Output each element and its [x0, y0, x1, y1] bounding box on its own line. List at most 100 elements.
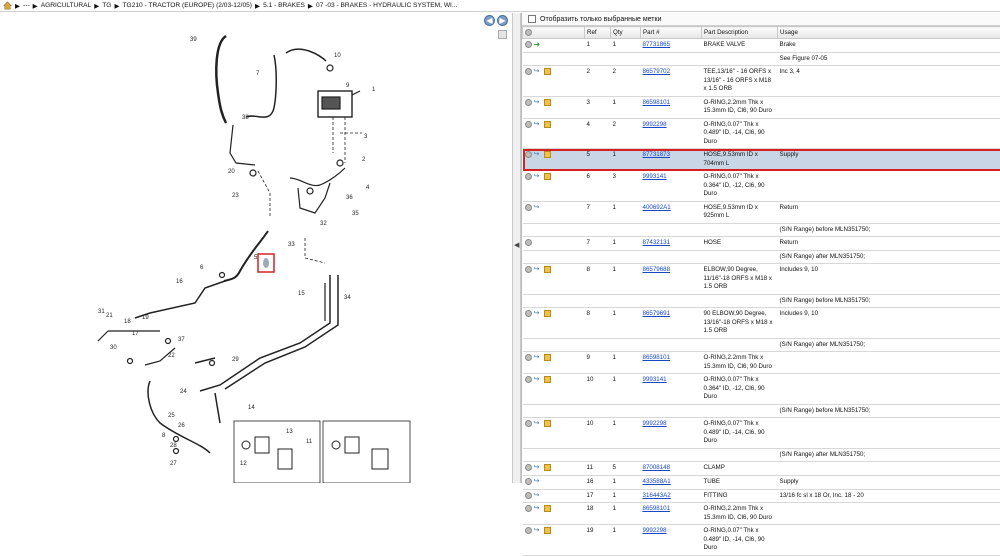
- table-row[interactable]: ↪1019993141O-RING,0.07" Thk x 0.364" ID,…: [523, 374, 1000, 405]
- next-page-button[interactable]: ▶: [497, 15, 508, 26]
- callout-39[interactable]: 39: [190, 37, 197, 43]
- callout-31[interactable]: 31: [98, 309, 105, 315]
- package-icon[interactable]: [544, 376, 551, 383]
- table-row[interactable]: ↪8186579688ELBOW,90 Degree, 11/16"-18 OR…: [523, 264, 1000, 295]
- callout-9[interactable]: 9: [346, 83, 350, 89]
- part-number-link[interactable]: 86598101: [643, 99, 671, 106]
- callout-4[interactable]: 4: [366, 185, 370, 191]
- link-arrow-icon[interactable]: ↪: [534, 492, 542, 499]
- part-number-link[interactable]: 400692A1: [643, 204, 671, 211]
- package-icon[interactable]: [544, 420, 551, 427]
- callout-8[interactable]: 8: [162, 433, 166, 439]
- table-row[interactable]: (S/N Range) after MLN351750;: [523, 338, 1000, 352]
- breadcrumb-item[interactable]: TG: [102, 2, 111, 9]
- table-row[interactable]: ↪161433588A1TUBESupply: [523, 475, 1000, 489]
- breadcrumb-item[interactable]: TG210 - TRACTOR (EUROPE) (2/03-12/05): [123, 2, 252, 9]
- table-row[interactable]: ↪3186598101O-RING,2.2mm Thk x 15.3mm ID,…: [523, 96, 1000, 118]
- callout-25[interactable]: 25: [168, 413, 175, 419]
- usage-column-header[interactable]: Usage: [778, 27, 1000, 39]
- part-number-link[interactable]: 87432131: [643, 239, 671, 246]
- part-number-link[interactable]: 433588A1: [643, 478, 671, 485]
- callout-33[interactable]: 33: [288, 242, 295, 248]
- table-row[interactable]: ↪1919992298O-RING,0.07" Thk x 0.489" ID,…: [523, 525, 1000, 556]
- link-arrow-icon[interactable]: ↪: [534, 464, 542, 471]
- add-circle-icon[interactable]: [525, 464, 532, 471]
- part-number-link[interactable]: 87731865: [643, 41, 671, 48]
- callout-11[interactable]: 11: [306, 439, 313, 445]
- breadcrumb-item[interactable]: ---: [23, 2, 30, 9]
- table-row[interactable]: ↪11587008148CLAMP: [523, 462, 1000, 476]
- table-row[interactable]: ↪2286579702TEE,13/16" - 16 ORFS x 13/16"…: [523, 66, 1000, 97]
- table-row[interactable]: ↪18186598101O-RING,2.2mm Thk x 15.3mm ID…: [523, 503, 1000, 525]
- callout-27[interactable]: 27: [170, 461, 177, 467]
- link-arrow-icon[interactable]: ↪: [534, 204, 542, 211]
- link-arrow-icon[interactable]: ↪: [534, 478, 542, 485]
- add-circle-icon[interactable]: [525, 239, 532, 246]
- part-number-link[interactable]: 9993141: [643, 376, 667, 383]
- callout-17[interactable]: 17: [132, 331, 139, 337]
- callout-2[interactable]: 2: [362, 157, 366, 163]
- package-icon[interactable]: [544, 310, 551, 317]
- link-arrow-icon[interactable]: ↪: [534, 420, 542, 427]
- callout-38[interactable]: 38: [242, 115, 249, 121]
- callout-10[interactable]: 10: [334, 53, 341, 59]
- add-circle-icon[interactable]: [525, 173, 532, 180]
- callout-36[interactable]: 36: [346, 195, 353, 201]
- callout-16[interactable]: 16: [176, 279, 183, 285]
- add-circle-icon[interactable]: [525, 420, 532, 427]
- package-icon[interactable]: [544, 505, 551, 512]
- table-row[interactable]: ↪818657969190 ELBOW,90 Degree, 13/16"-18…: [523, 308, 1000, 339]
- table-row[interactable]: ↪5187731873HOSE,9.53mm ID x 704mm LSuppl…: [523, 149, 1000, 171]
- breadcrumb-item[interactable]: AGRICULTURAL: [41, 2, 91, 9]
- home-icon[interactable]: [3, 1, 12, 10]
- description-column-header[interactable]: Part Description: [702, 27, 778, 39]
- table-row[interactable]: ↪9186598101O-RING,2.2mm Thk x 15.3mm ID,…: [523, 352, 1000, 374]
- table-row[interactable]: ↪171316443A2FITTING13/16 fc sl x 18 Or, …: [523, 489, 1000, 503]
- add-circle-icon[interactable]: [525, 354, 532, 361]
- link-arrow-icon[interactable]: ↪: [534, 505, 542, 512]
- add-circle-icon[interactable]: [525, 376, 532, 383]
- add-circle-icon[interactable]: [525, 99, 532, 106]
- part-number-link[interactable]: 86598101: [643, 354, 671, 361]
- table-row[interactable]: (S/N Range) after MLN351750;: [523, 448, 1000, 462]
- zoom-toggle[interactable]: [498, 30, 507, 39]
- table-row[interactable]: ↪71400692A1HOSE,9.53mm ID x 925mm LRetur…: [523, 201, 1000, 223]
- callout-26[interactable]: 26: [178, 423, 185, 429]
- package-icon[interactable]: [544, 121, 551, 128]
- table-row[interactable]: ↪639993141O-RING,0.07" Thk x 0.364" ID, …: [523, 171, 1000, 202]
- callout-32[interactable]: 32: [320, 221, 327, 227]
- package-icon[interactable]: [544, 266, 551, 273]
- collapse-arrow-icon[interactable]: ◀: [514, 241, 519, 249]
- add-circle-icon[interactable]: [525, 310, 532, 317]
- table-row[interactable]: (S/N Range) before MLN351750;: [523, 294, 1000, 308]
- part-number-link[interactable]: 9992298: [643, 527, 667, 534]
- link-arrow-icon[interactable]: ↪: [534, 121, 542, 128]
- callout-15[interactable]: 15: [298, 291, 305, 297]
- link-arrow-icon[interactable]: ↪: [534, 151, 542, 158]
- callout-28[interactable]: 28: [170, 443, 177, 449]
- add-circle-icon[interactable]: [525, 492, 532, 499]
- part-number-link[interactable]: 9993141: [643, 173, 667, 180]
- part-number-link[interactable]: 86598101: [643, 505, 671, 512]
- show-selected-only-checkbox[interactable]: [528, 15, 536, 23]
- link-arrow-icon[interactable]: ↪: [534, 99, 542, 106]
- add-circle-icon[interactable]: [525, 478, 532, 485]
- callout-29[interactable]: 29: [232, 357, 239, 363]
- prev-page-button[interactable]: ◀: [484, 15, 495, 26]
- package-icon[interactable]: [544, 99, 551, 106]
- package-icon[interactable]: [544, 151, 551, 158]
- table-row[interactable]: (S/N Range) after MLN351750;: [523, 250, 1000, 264]
- table-row[interactable]: ↪1019992298O-RING,0.07" Thk x 0.489" ID,…: [523, 418, 1000, 449]
- callout-34[interactable]: 34: [344, 295, 351, 301]
- part-number-link[interactable]: 9992298: [643, 121, 667, 128]
- add-circle-icon[interactable]: [525, 266, 532, 273]
- add-circle-icon[interactable]: [525, 121, 532, 128]
- callout-1[interactable]: 1: [372, 87, 376, 93]
- callout-7[interactable]: 7: [256, 71, 260, 77]
- panel-splitter[interactable]: ◀: [512, 13, 521, 483]
- part-number-link[interactable]: 87731873: [643, 151, 671, 158]
- link-arrow-icon[interactable]: ↪: [534, 173, 542, 180]
- table-row[interactable]: (S/N Range) before MLN351750;: [523, 223, 1000, 237]
- add-circle-icon[interactable]: [525, 151, 532, 158]
- breadcrumb-item[interactable]: 07 -03 - BRAKES - HYDRAULIC SYSTEM, WI..…: [316, 2, 457, 9]
